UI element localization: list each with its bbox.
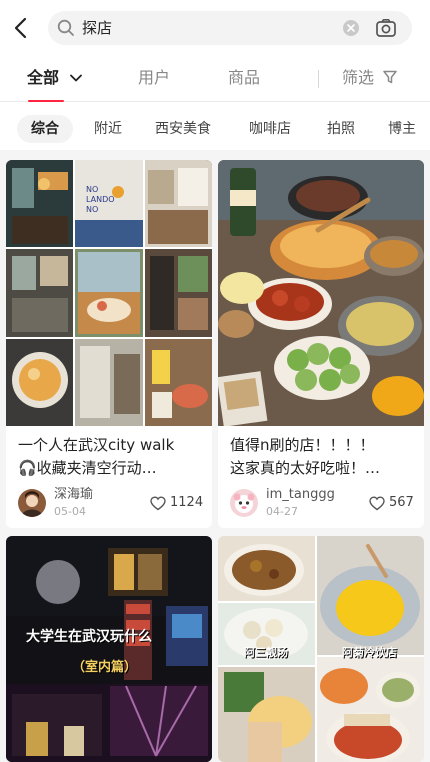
chip-xian-food[interactable]: 西安美食 [141,115,225,143]
svg-text:NO: NO [86,185,98,194]
like-count: 1124 [170,495,204,510]
post-title-line-1: 一个人在武汉city walk [18,436,175,454]
camera-icon[interactable] [375,18,397,38]
cover-caption-line-2: （室内篇） [72,660,138,675]
post-cover-food-collage: 阿三靓汤 阿菊冷饮店 [218,536,424,762]
chevron-down-icon [69,74,82,82]
post-author: 深海瑜 05-04 1124 [18,487,208,521]
like-count: 567 [389,495,414,510]
post-date: 05-04 [54,505,86,518]
tab-divider [318,70,319,88]
author-name[interactable]: 深海瑜 [54,487,93,503]
post-title-line-2: 🎧收藏夹清空行动… [18,459,157,477]
like-button[interactable]: 567 [369,493,416,513]
search-icon [57,19,75,37]
filter-button[interactable]: 筛选 [342,67,398,89]
search-input[interactable]: 探店 [48,11,412,45]
post-card[interactable]: 值得n刷的店！！！！ 这家真的太好吃啦！… im_tanggg 04-27 56… [218,160,424,528]
avatar[interactable] [230,489,258,517]
chip-photo[interactable]: 拍照 [313,115,369,143]
heart-icon [150,496,166,511]
cover-caption-line-1: 阿三靓汤 [244,646,288,659]
post-cover-collage-cafe: NO LANDO NO [6,160,212,426]
tab-all-label: 全部 [27,68,60,87]
filter-label: 筛选 [342,68,375,87]
clear-icon[interactable] [343,20,359,36]
like-button[interactable]: 1124 [150,493,204,513]
post-cover-indoor-fun: 大学生在武汉玩什么 （室内篇） [6,536,212,762]
filter-funnel-icon [383,70,397,84]
post-title: 一个人在武汉city walk 🎧收藏夹清空行动… [18,434,208,480]
tab-products[interactable]: 商品 [228,67,260,89]
post-title: 值得n刷的店！！！！ 这家真的太好吃啦！… [230,434,420,480]
author-name[interactable]: im_tanggg [266,487,335,503]
post-cover-food-table [218,160,424,426]
post-title-line-1: 值得n刷的店！！！！ [230,436,375,454]
cover-caption-line-2: 阿菊冷饮店 [342,646,397,659]
svg-text:LANDO: LANDO [86,195,115,204]
post-author: im_tanggg 04-27 567 [230,487,420,521]
heart-icon [369,496,385,511]
category-chips: 综合 附近 西安美食 咖啡店 拍照 博主 [0,113,430,145]
search-query-text[interactable]: 探店 [82,18,112,38]
tab-users[interactable]: 用户 [138,67,170,89]
post-date: 04-27 [266,505,298,518]
avatar[interactable] [18,489,46,517]
result-tabs: 全部 用户 商品 筛选 [0,56,430,102]
tab-all[interactable]: 全部 [27,67,83,89]
svg-text:NO: NO [86,205,98,214]
chip-nearby[interactable]: 附近 [80,115,136,143]
search-header: 探店 [0,0,430,56]
post-card[interactable]: 阿三靓汤 阿菊冷饮店 [218,536,424,762]
chip-blogger[interactable]: 博主 [374,115,430,143]
chip-cafe[interactable]: 咖啡店 [235,115,305,143]
post-card[interactable]: NO LANDO NO 一个人在武汉city walk 🎧收藏夹清空行动… 深海… [6,160,212,528]
post-title-line-2: 这家真的太好吃啦！… [230,459,381,477]
chip-comprehensive[interactable]: 综合 [17,115,73,143]
active-tab-indicator [28,100,64,102]
cover-caption-line-1: 大学生在武汉玩什么 [26,629,152,645]
post-card[interactable]: 大学生在武汉玩什么 （室内篇） [6,536,212,762]
back-arrow-icon[interactable] [8,14,34,42]
